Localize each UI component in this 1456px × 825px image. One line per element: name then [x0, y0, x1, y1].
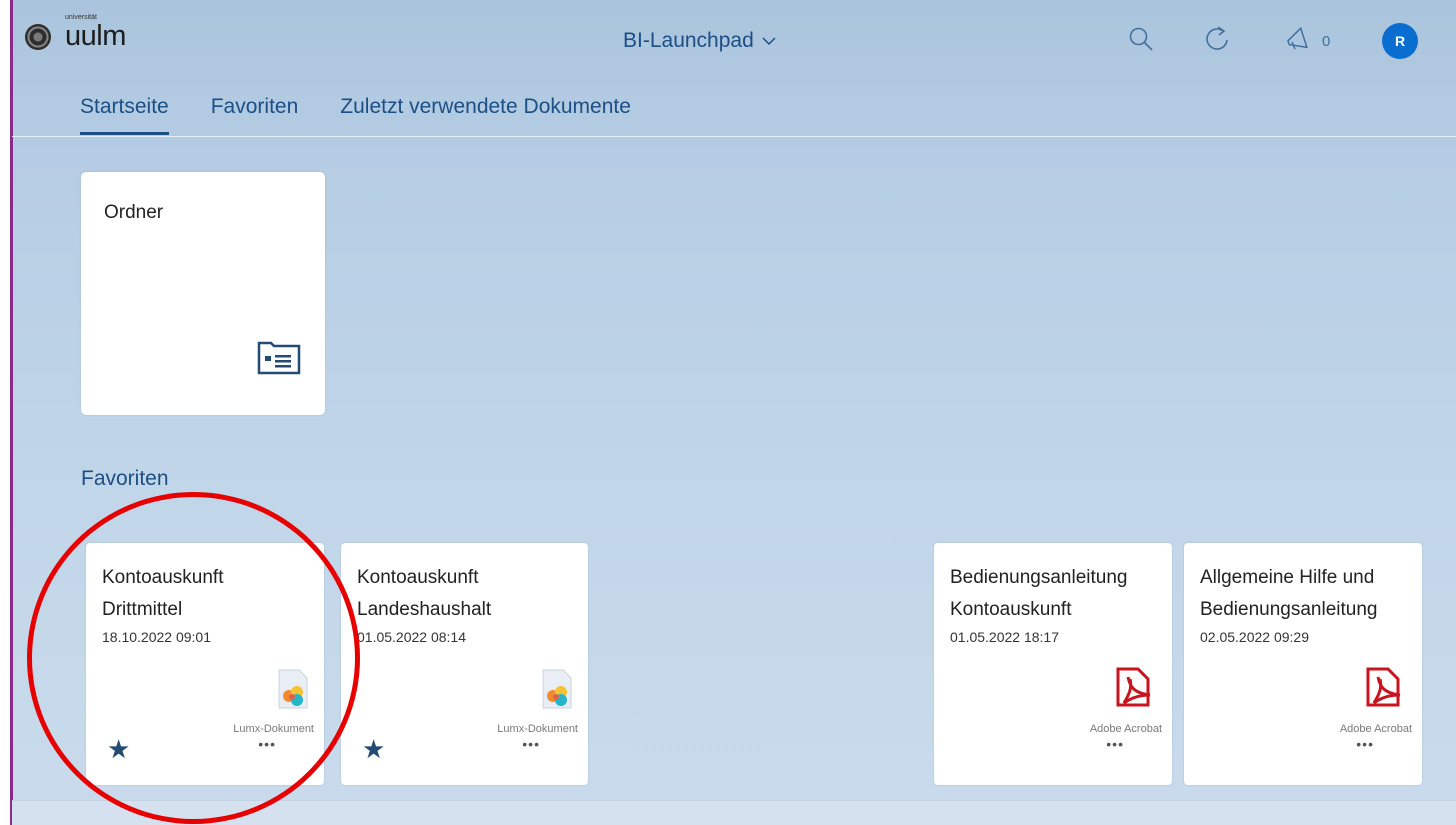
- folder-tile[interactable]: Ordner: [81, 172, 325, 415]
- tab-startseite[interactable]: Startseite: [80, 95, 169, 135]
- highlight-circle-annotation: [27, 492, 360, 824]
- app-title: BI-Launchpad: [623, 29, 754, 52]
- lumx-document-icon: [539, 668, 573, 715]
- logo-wordmark: uulm: [65, 20, 126, 52]
- window-left-edge: [0, 0, 13, 825]
- more-options-icon[interactable]: •••: [1356, 736, 1374, 752]
- favorite-date: 01.05.2022 08:14: [357, 629, 466, 645]
- chevron-down-icon: [762, 33, 776, 49]
- favorite-date: 02.05.2022 09:29: [1200, 629, 1309, 645]
- tab-favoriten[interactable]: Favoriten: [211, 95, 299, 135]
- university-seal-icon: [25, 23, 51, 50]
- document-type-label: Adobe Acrobat: [1089, 723, 1162, 735]
- favorite-title: Bedienungsanleitung Kontoauskunft: [950, 567, 1128, 620]
- favorite-tile[interactable]: Kontoauskunft Landeshaushalt 01.05.2022 0…: [341, 543, 588, 785]
- pdf-icon: [1364, 665, 1404, 714]
- tab-recent-documents[interactable]: Zuletzt verwendete Dokumente: [340, 95, 631, 135]
- refresh-icon[interactable]: [1204, 25, 1230, 58]
- header-actions: 0: [1128, 25, 1330, 58]
- favorites-heading: Favoriten: [81, 467, 169, 490]
- tab-bar: Startseite Favoriten Zuletzt verwendete …: [80, 95, 673, 135]
- app-title-menu[interactable]: BI-Launchpad: [623, 29, 776, 53]
- favorite-tile[interactable]: Allgemeine Hilfe und Bedienungsanleitung …: [1184, 543, 1422, 785]
- favorite-title: Kontoauskunft Landeshaushalt: [357, 567, 492, 620]
- user-avatar[interactable]: R: [1382, 23, 1418, 59]
- tab-divider: [12, 136, 1456, 137]
- pdf-icon: [1114, 665, 1154, 714]
- search-icon[interactable]: [1128, 26, 1154, 57]
- favorite-tile[interactable]: Bedienungsanleitung Kontoauskunft 01.05.2…: [934, 543, 1172, 785]
- more-options-icon[interactable]: •••: [1106, 736, 1124, 752]
- notification-count: 0: [1322, 33, 1331, 50]
- document-type-label: Lumx-Dokument: [497, 723, 578, 735]
- document-type-label: Adobe Acrobat: [1339, 723, 1412, 735]
- folder-list-icon: [257, 339, 301, 380]
- megaphone-icon[interactable]: [1286, 26, 1314, 56]
- uulm-logo[interactable]: universität uulm: [25, 14, 126, 52]
- favorite-date: 01.05.2022 18:17: [950, 629, 1059, 645]
- logo-small-text: universität: [65, 14, 97, 21]
- favorite-title: Allgemeine Hilfe und Bedienungsanleitung: [1200, 567, 1378, 620]
- star-icon[interactable]: ★: [362, 736, 385, 762]
- folder-tile-title: Ordner: [104, 202, 164, 223]
- more-options-icon[interactable]: •••: [522, 736, 540, 752]
- logo-text: universität uulm: [65, 14, 126, 52]
